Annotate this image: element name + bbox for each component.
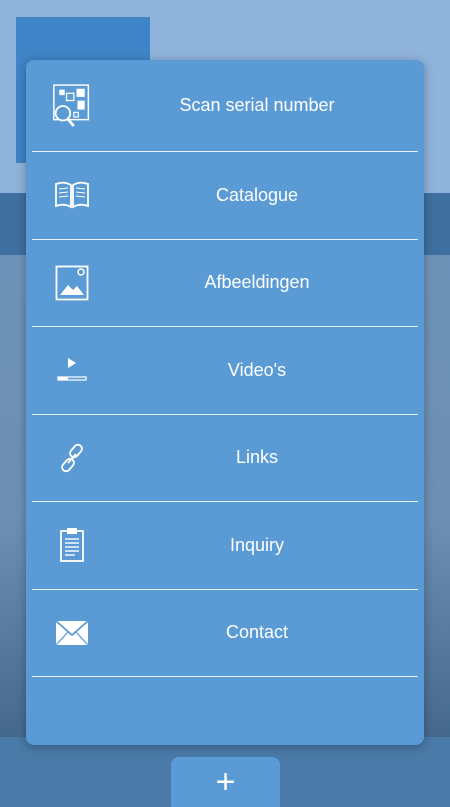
menu-item-inquiry[interactable]: Inquiry [32, 502, 418, 590]
clipboard-icon [52, 525, 92, 565]
menu-item-videos[interactable]: Video's [32, 327, 418, 415]
envelope-icon [52, 613, 92, 653]
image-icon [52, 263, 92, 303]
menu-item-afbeeldingen[interactable]: Afbeeldingen [32, 240, 418, 327]
link-icon [52, 438, 92, 478]
scan-serial-icon [52, 83, 92, 127]
menu-item-contact[interactable]: Contact [32, 590, 418, 677]
video-icon [52, 350, 92, 390]
book-icon [52, 175, 92, 215]
menu-panel: Scan serial number Catalogue Afbeeldinge… [26, 60, 424, 745]
menu-item-catalogue[interactable]: Catalogue [32, 152, 418, 240]
menu-item-links[interactable]: Links [32, 415, 418, 502]
menu-item-scan-serial-number[interactable]: Scan serial number [32, 60, 418, 152]
